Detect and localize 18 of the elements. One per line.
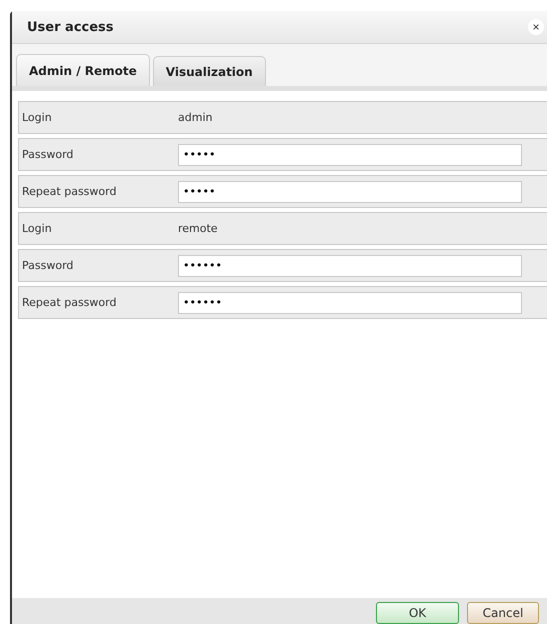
field-label: Password [21, 148, 74, 161]
password-field[interactable]: •••••• [178, 254, 522, 276]
field-label: Repeat password [21, 185, 118, 198]
tab[interactable]: Admin / Remote [16, 54, 150, 86]
field-label: Login [21, 111, 53, 124]
field-value: admin [178, 111, 212, 124]
ok-button[interactable]: OK [376, 602, 459, 624]
password-field[interactable]: ••••• [178, 144, 522, 166]
field-label: Repeat password [21, 296, 118, 309]
close-button[interactable]: × [528, 19, 544, 35]
tab[interactable]: Visualization [152, 56, 266, 86]
cancel-button[interactable]: Cancel [467, 602, 539, 624]
field-label: Login [21, 222, 53, 235]
password-field[interactable]: •••••• [178, 292, 522, 314]
password-field[interactable]: ••••• [178, 180, 522, 202]
field-label: Password [21, 259, 74, 272]
dialog-title: User access [27, 20, 114, 34]
field-value: remote [178, 222, 218, 235]
